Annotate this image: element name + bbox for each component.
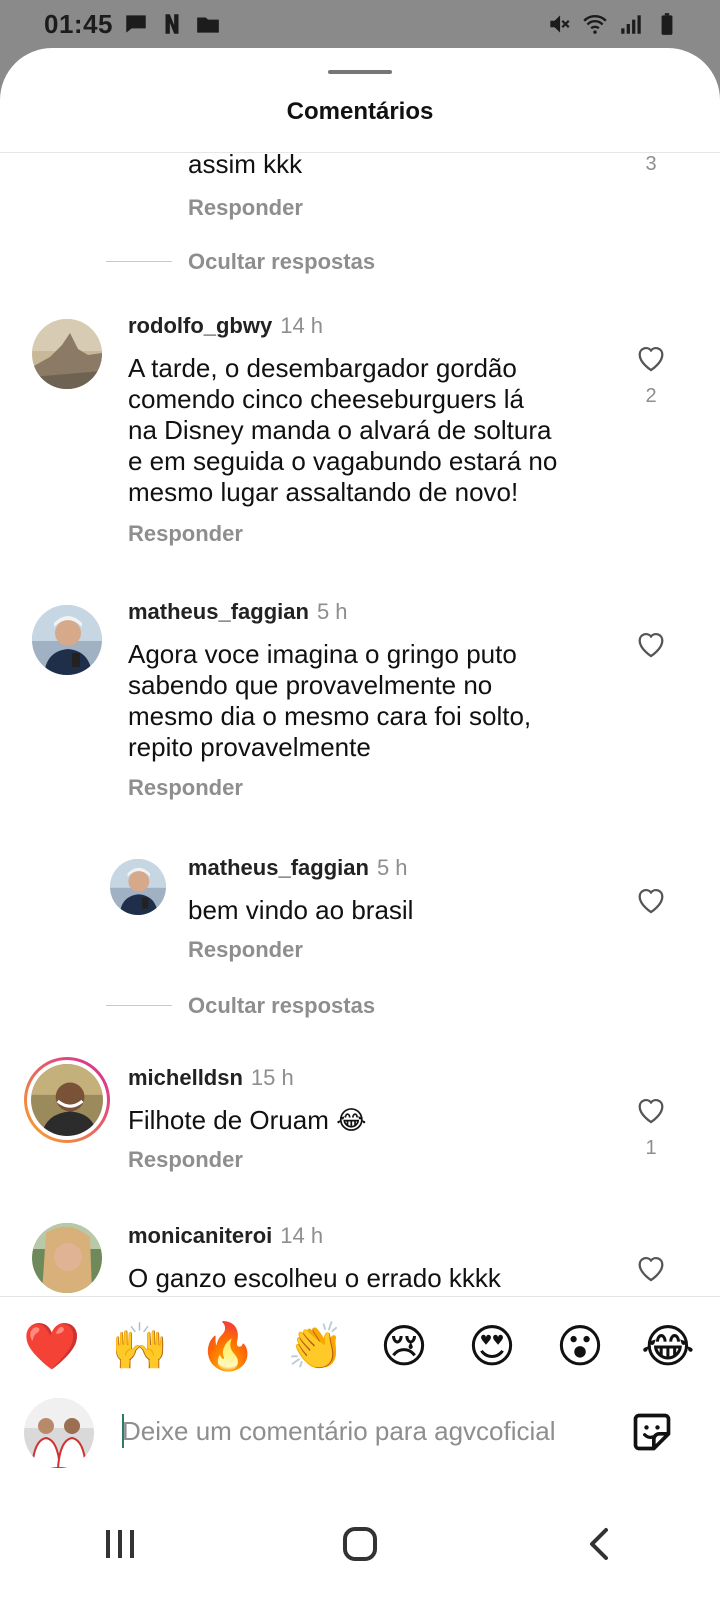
text-line: sabendo que provavelmente no xyxy=(128,670,493,700)
comment-username[interactable]: michelldsn 15 h xyxy=(128,1065,294,1091)
comment-username[interactable]: matheus_faggian 5 h xyxy=(188,855,408,881)
emoji-laughing[interactable]: 😂 xyxy=(639,1323,697,1369)
emoji-clap[interactable]: 👏 xyxy=(287,1323,345,1369)
heart-icon[interactable] xyxy=(634,883,668,917)
avatar-image xyxy=(32,1223,102,1293)
status-bar: 01:45 xyxy=(0,0,720,48)
folder-icon xyxy=(197,17,219,33)
avatar[interactable] xyxy=(32,1223,102,1293)
comment-text: Filhote de Oruam 😂 xyxy=(128,1105,608,1136)
chat-bubble-icon xyxy=(126,15,146,33)
text-line: bem vindo ao brasil xyxy=(188,895,414,925)
recents-button[interactable] xyxy=(90,1514,150,1574)
emoji-heart[interactable]: ❤️ xyxy=(23,1323,81,1369)
story-ring-avatar[interactable] xyxy=(24,1057,110,1143)
hide-replies-line xyxy=(106,261,172,262)
text-line: Filhote de Oruam 😂 xyxy=(128,1105,367,1135)
back-icon xyxy=(590,1528,608,1560)
home-icon xyxy=(343,1527,377,1561)
home-button[interactable] xyxy=(330,1514,390,1574)
avatar[interactable] xyxy=(110,859,166,915)
back-button[interactable] xyxy=(570,1514,630,1574)
like-count: 3 xyxy=(645,153,657,175)
comment-input[interactable] xyxy=(122,1406,612,1456)
comment-text: Agora voce imagina o gringo puto sabendo… xyxy=(128,639,608,763)
comment-time: 5 h xyxy=(376,855,408,880)
reply-button[interactable]: Responder xyxy=(188,937,303,963)
comments-sheet: Comentários assim kkk Responder 3 Oculta… xyxy=(0,48,720,1600)
status-left: 01:45 xyxy=(44,9,221,40)
wifi-icon xyxy=(583,15,607,34)
comment-text: assim kkk xyxy=(188,153,303,179)
text-line: mesmo lugar assaltando de novo! xyxy=(128,477,519,507)
username-text[interactable]: matheus_faggian xyxy=(188,855,369,880)
android-nav-bar xyxy=(0,1488,720,1600)
like-count: 1 xyxy=(645,1137,657,1159)
reply-button[interactable]: Responder xyxy=(128,521,243,547)
username-text[interactable]: matheus_faggian xyxy=(128,599,309,624)
netflix-icon xyxy=(165,14,179,34)
like-count: 2 xyxy=(645,385,657,407)
signal-icon xyxy=(621,15,641,34)
text-line: e em seguida o vagabundo estará no xyxy=(128,446,558,476)
avatar-ring-inner xyxy=(27,1060,107,1140)
comment-time: 14 h xyxy=(280,1223,324,1248)
comment-time: 15 h xyxy=(250,1065,294,1090)
comment-text: A tarde, o desembargador gordão comendo … xyxy=(128,353,608,508)
comment-time: 14 h xyxy=(280,313,324,338)
recents-icon xyxy=(106,1530,134,1558)
comment-text: bem vindo ao brasil xyxy=(188,895,668,926)
emoji-fire[interactable]: 🔥 xyxy=(199,1323,257,1369)
composer-divider xyxy=(0,1296,720,1297)
heart-icon[interactable] xyxy=(634,341,668,375)
avatar-image xyxy=(110,859,166,915)
text-line: Agora voce imagina o gringo puto xyxy=(128,639,517,669)
reply-button[interactable]: Responder xyxy=(188,195,303,221)
emoji-raised-hands[interactable]: 🙌 xyxy=(111,1323,169,1369)
comment-time: 5 h xyxy=(316,599,348,624)
text-line: A tarde, o desembargador gordão xyxy=(128,353,517,383)
comments-list[interactable]: assim kkk Responder 3 Ocultar respostas … xyxy=(0,153,720,1295)
sheet-title: Comentários xyxy=(286,98,434,125)
emoji-crying[interactable]: 😢 xyxy=(375,1323,433,1369)
reply-button[interactable]: Responder xyxy=(128,775,243,801)
avatar-image xyxy=(32,319,102,389)
hide-replies-button[interactable]: Ocultar respostas xyxy=(188,993,375,1019)
avatar-image xyxy=(24,1398,94,1468)
hide-replies-line xyxy=(106,1005,172,1006)
heart-icon[interactable] xyxy=(634,1093,668,1127)
heart-icon[interactable] xyxy=(634,1251,668,1285)
avatar[interactable] xyxy=(32,319,102,389)
comment-text: O ganzo escolheu o errado kkkk xyxy=(128,1263,608,1294)
battery-icon xyxy=(661,13,673,35)
username-text[interactable]: monicaniteroi xyxy=(128,1223,272,1248)
text-line: na Disney manda o alvará de soltura xyxy=(128,415,552,445)
text-line: comendo cinco cheeseburguers lá xyxy=(128,384,525,414)
avatar-image xyxy=(32,605,102,675)
emoji-surprised[interactable]: 😮 xyxy=(551,1323,609,1369)
comment-username[interactable]: rodolfo_gbwy 14 h xyxy=(128,313,323,339)
text-line: repito provavelmente xyxy=(128,732,371,762)
drag-handle[interactable] xyxy=(328,70,392,74)
reply-button[interactable]: Responder xyxy=(128,1147,243,1173)
avatar[interactable] xyxy=(32,605,102,675)
comment-username[interactable]: monicaniteroi 14 h xyxy=(128,1223,323,1249)
comment-composer xyxy=(0,1388,720,1478)
text-line: O ganzo escolheu o errado kkkk xyxy=(128,1263,501,1293)
hide-replies-button[interactable]: Ocultar respostas xyxy=(188,249,375,275)
comment-username[interactable]: matheus_faggian 5 h xyxy=(128,599,348,625)
mute-icon xyxy=(550,15,570,33)
heart-icon[interactable] xyxy=(634,627,668,661)
username-text[interactable]: michelldsn xyxy=(128,1065,243,1090)
avatar-image xyxy=(31,1064,103,1136)
current-user-avatar[interactable] xyxy=(24,1398,94,1468)
username-text[interactable]: rodolfo_gbwy xyxy=(128,313,272,338)
status-right xyxy=(546,11,680,37)
sticker-icon[interactable] xyxy=(630,1410,674,1454)
emoji-reaction-row: ❤️ 🙌 🔥 👏 😢 😍 😮 😂 xyxy=(0,1310,720,1382)
status-time: 01:45 xyxy=(44,8,113,39)
emoji-heart-eyes[interactable]: 😍 xyxy=(463,1323,521,1369)
text-line: mesmo dia o mesmo cara foi solto, xyxy=(128,701,532,731)
